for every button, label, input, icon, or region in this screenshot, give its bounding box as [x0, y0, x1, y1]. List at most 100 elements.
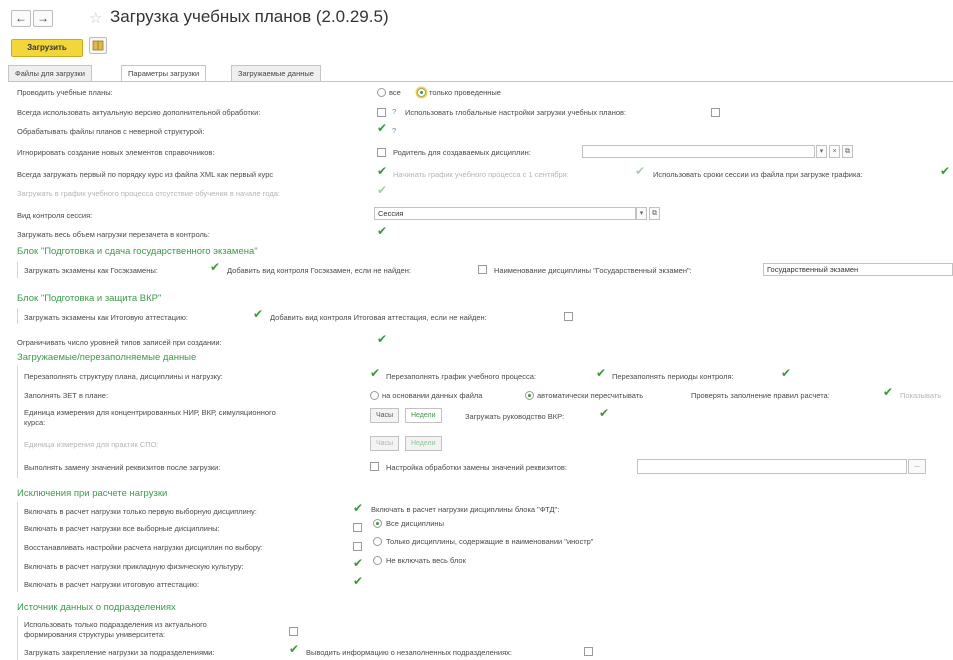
global-settings-label: Использовать глобальные настройки загруз…	[405, 108, 627, 117]
control-kind-label: Вид контроля сессия:	[17, 211, 93, 220]
check-rules-checkbox[interactable]	[883, 385, 893, 399]
replace-label: Выполнять замену значений реквизитов пос…	[24, 463, 221, 472]
refill-periods-label: Перезаполнять периоды контроля:	[612, 372, 734, 381]
start-sept-checkbox[interactable]	[635, 164, 645, 178]
ftd-none-radio[interactable]	[373, 556, 382, 565]
unit-weeks-button[interactable]: Недели	[405, 408, 442, 423]
replace-settings-select-button[interactable]: ...	[908, 459, 926, 474]
conduct-label: Проводить учебные планы:	[17, 88, 113, 97]
restore-checkbox[interactable]	[353, 542, 362, 551]
back-icon: ←	[15, 11, 27, 25]
absence-label: Загружать в график учебного процесса отс…	[17, 189, 280, 198]
assign-checkbox[interactable]	[289, 642, 299, 656]
conduct-all-label: все	[389, 88, 401, 97]
ignore-new-checkbox[interactable]	[377, 148, 386, 157]
unit-label-line2: курса:	[24, 418, 46, 427]
whole-volume-checkbox[interactable]	[377, 224, 387, 238]
load-vkr-checkbox[interactable]	[599, 406, 609, 420]
unassigned-checkbox[interactable]	[584, 647, 593, 656]
pe-checkbox[interactable]	[353, 556, 363, 570]
wrong-structure-label: Обрабатывать файлы планов с неверной стр…	[17, 127, 205, 136]
refill-periods-checkbox[interactable]	[781, 366, 791, 380]
ftd-none-label: Не включать весь блок	[386, 556, 466, 565]
use-only-line2: формирования структуры университета:	[24, 630, 166, 639]
refill-structure-checkbox[interactable]	[370, 366, 380, 380]
ftd-foreign-label: Только дисциплины, содержащие в наименов…	[386, 537, 594, 546]
zet-auto-radio[interactable]	[525, 391, 534, 400]
zet-label: Заполнять ЗЕТ в плане:	[24, 391, 109, 400]
gos-discipline-name-field[interactable]: Государственный экзамен	[763, 263, 953, 276]
vkr-load-exams-checkbox[interactable]	[253, 307, 263, 321]
start-sept-label: Начинать график учебного процесса с 1 се…	[393, 170, 569, 179]
parent-open[interactable]: ⧉	[842, 145, 853, 158]
help-button[interactable]	[89, 37, 107, 54]
use-only-checkbox[interactable]	[289, 627, 298, 636]
ftd-foreign-radio[interactable]	[373, 537, 382, 546]
all-elective-label: Включать в расчет нагрузки все выборные …	[24, 524, 220, 533]
limit-levels-checkbox[interactable]	[377, 332, 387, 346]
conduct-all-radio[interactable]	[377, 88, 386, 97]
ftd-label: Включать в расчет нагрузки дисциплины бл…	[371, 505, 560, 514]
pe-label: Включать в расчет нагрузки прикладную фи…	[24, 562, 244, 571]
final-checkbox[interactable]	[353, 574, 363, 588]
gos-discipline-name-label: Наименование дисциплины "Государственный…	[494, 266, 692, 275]
ftd-all-radio[interactable]	[373, 519, 382, 528]
parent-dropdown[interactable]: ▾	[816, 145, 827, 158]
restore-label: Восстанавливать настройки расчета нагруз…	[24, 543, 263, 552]
gos-add-control-checkbox[interactable]	[478, 265, 487, 274]
replace-settings-field[interactable]	[637, 459, 907, 474]
zet-from-file-label: на основании данных файла	[382, 391, 483, 400]
replace-checkbox[interactable]	[370, 462, 379, 471]
wrong-structure-checkbox[interactable]	[377, 121, 387, 135]
tab-load-params[interactable]: Параметры загрузки	[121, 65, 207, 82]
session-dates-checkbox[interactable]	[940, 164, 950, 178]
back-button[interactable]: ←	[11, 10, 31, 27]
conduct-only-radio[interactable]	[417, 88, 426, 97]
replace-settings-label: Настройка обработки замены значений рекв…	[386, 463, 567, 472]
forward-button[interactable]: →	[33, 10, 53, 27]
vkr-block-title: Блок "Подготовка и защита ВКР"	[17, 293, 162, 304]
refill-schedule-label: Перезаполнять график учебного процесса:	[386, 372, 536, 381]
zet-auto-label: автоматически пересчитывать	[537, 391, 644, 400]
parent-field[interactable]	[582, 145, 815, 158]
star-icon[interactable]: ☆	[89, 9, 102, 27]
all-elective-checkbox[interactable]	[353, 523, 362, 532]
absence-checkbox[interactable]	[377, 183, 387, 197]
zet-from-file-radio[interactable]	[370, 391, 379, 400]
use-only-line1: Использовать только подразделения из акт…	[24, 620, 207, 629]
actual-versions-checkbox[interactable]	[377, 108, 386, 117]
tab-loaded-data[interactable]: Загружаемые данные	[231, 65, 321, 82]
show-label: Показывать	[900, 391, 942, 400]
gos-load-exams-label: Загружать экзамены как Госэкзамены:	[24, 266, 158, 275]
tab-files[interactable]: Файлы для загрузки	[8, 65, 92, 82]
spo-weeks-button[interactable]: Недели	[405, 436, 442, 451]
help-q-2[interactable]: ?	[392, 126, 396, 135]
unit-hours-button[interactable]: Часы	[370, 408, 400, 423]
tab-divider	[8, 81, 953, 82]
spo-unit-label: Единица измерения для практик СПО:	[24, 440, 159, 449]
first-elective-checkbox[interactable]	[353, 501, 363, 515]
control-kind-open[interactable]: ⧉	[649, 207, 660, 220]
first-course-label: Всегда загружать первый по порядку курс …	[17, 170, 274, 179]
global-settings-checkbox[interactable]	[711, 108, 720, 117]
ignore-new-label: Игнорировать создание новых элементов сп…	[17, 148, 215, 157]
exceptions-title: Исключения при расчете нагрузки	[17, 488, 168, 499]
refill-schedule-checkbox[interactable]	[596, 366, 606, 380]
assign-label: Загружать закрепление нагрузки за подраз…	[24, 648, 215, 657]
unit-label-line1: Единица измерения для концентрированных …	[24, 408, 276, 417]
first-course-checkbox[interactable]	[377, 164, 387, 178]
vkr-add-control-checkbox[interactable]	[564, 312, 573, 321]
vkr-load-exams-label: Загружать экзамены как Итоговую аттестац…	[24, 313, 188, 322]
control-kind-field[interactable]: Сессия	[374, 207, 636, 220]
help-q-1[interactable]: ?	[392, 107, 396, 116]
control-kind-dropdown[interactable]: ▾	[636, 207, 647, 220]
page-title: Загрузка учебных планов (2.0.29.5)	[110, 7, 389, 26]
parent-clear[interactable]: ×	[829, 145, 840, 158]
unassigned-label: Выводить информацию о незаполненных подр…	[306, 648, 512, 657]
parent-label: Родитель для создаваемых дисциплин:	[393, 148, 531, 157]
spo-hours-button[interactable]: Часы	[370, 436, 400, 451]
gos-load-exams-checkbox[interactable]	[210, 260, 220, 274]
ftd-all-label: Все дисциплины	[386, 519, 444, 528]
conduct-only-label: только проведенные	[429, 88, 501, 97]
load-button[interactable]: Загрузить	[11, 39, 83, 57]
